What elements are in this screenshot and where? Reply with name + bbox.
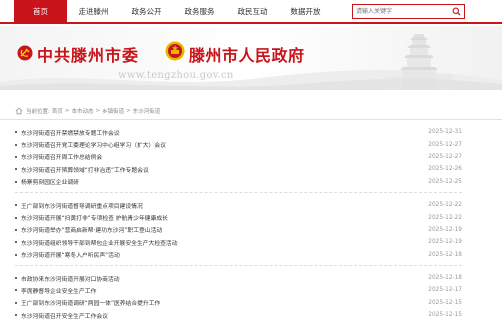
- list-item[interactable]: 东沙河街道召开殡葬领域“打非治违”工作专题会议 2025-12-26: [15, 163, 462, 175]
- news-date: 2025-12-31: [428, 129, 462, 136]
- list-item[interactable]: 东沙河街道开展“寒冬入户听民声”活动 2025-12-18: [15, 249, 462, 261]
- search-box: [352, 4, 465, 19]
- bullet-icon: [15, 277, 17, 280]
- list-item[interactable]: 市政协来东沙河街道开展对口协商活动 2025-12-18: [15, 272, 462, 284]
- breadcrumb-prefix: 当前位置:: [26, 109, 50, 115]
- news-date: 2025-12-18: [428, 251, 462, 258]
- news-title-link[interactable]: 王广部到东沙河街道调研“两园一体”医养结合提升工作: [21, 298, 160, 307]
- news-title-link[interactable]: 市政协来东沙河街道开展对口协商活动: [21, 274, 120, 283]
- nav-item-services[interactable]: 政务服务: [173, 0, 226, 22]
- news-date: 2025-12-15: [428, 299, 462, 306]
- news-date: 2025-12-15: [428, 312, 462, 319]
- bullet-icon: [15, 314, 17, 317]
- breadcrumb: 当前位置: 首页 > 本市动态 > 乡镇街道 > 东沙河街道: [15, 107, 160, 115]
- breadcrumb-separator: >: [95, 108, 101, 114]
- list-item[interactable]: 东沙河街道召开禁燃禁放专题工作会议 2025-12-31: [15, 126, 462, 138]
- news-title-link[interactable]: 王广部到东沙河街道督导调研重点项目建设情况: [21, 201, 143, 210]
- bullet-icon: [15, 241, 17, 244]
- news-list: 东沙河街道召开禁燃禁放专题工作会议 2025-12-31 东沙河街道召开党工委理…: [15, 126, 462, 330]
- nav-list: 首页 走进滕州 政务公开 政务服务 政民互动 数据开放: [14, 0, 332, 22]
- list-item[interactable]: 王广部到东沙河街道督导调研重点项目建设情况 2025-12-22: [15, 199, 462, 211]
- bullet-icon: [15, 131, 17, 134]
- party-emblem-icon: [17, 45, 33, 61]
- list-item[interactable]: 王广部到东沙河街道调研“两园一体”医养结合提升工作 2025-12-15: [15, 297, 462, 309]
- list-item[interactable]: 东沙河街道召开安全生产工作会议 2025-12-15: [15, 309, 462, 321]
- breadcrumb-divider: [0, 119, 502, 120]
- news-title-link[interactable]: 东沙河街道开展“寒冬入户听民声”活动: [21, 250, 120, 259]
- news-date: 2025-12-19: [428, 239, 462, 246]
- pagoda-image: [386, 34, 452, 90]
- news-title-link[interactable]: 东沙河街道召开安全生产工作会议: [21, 311, 108, 320]
- nav-item-open-data[interactable]: 数据开放: [279, 0, 332, 22]
- news-date: 2025-12-17: [428, 287, 462, 294]
- breadcrumb-item-street[interactable]: 东沙河街道: [133, 107, 161, 115]
- news-date: 2025-12-25: [428, 178, 462, 185]
- nav-item-about[interactable]: 走进滕州: [67, 0, 120, 22]
- news-title-link[interactable]: 李席静督导企业安全生产工作: [21, 286, 96, 295]
- home-icon: [15, 107, 23, 115]
- bullet-icon: [15, 228, 17, 231]
- news-group: 王广部到东沙河街道督导调研重点项目建设情况 2025-12-22 东沙河街道开展…: [15, 199, 462, 266]
- search-button[interactable]: [449, 5, 463, 18]
- breadcrumb-item-towns[interactable]: 乡镇街道: [102, 107, 124, 115]
- news-title-link[interactable]: 东沙河街道举办“营商启新帮·建功东沙河”职工登山活动: [21, 225, 162, 234]
- news-date: 2025-12-27: [428, 153, 462, 160]
- news-title-link[interactable]: 东沙河街道开展“扫黄打非”专项检查 护航青少年健康成长: [21, 213, 168, 222]
- list-item[interactable]: 杨寨剪刻园区企业调研 2025-12-25: [15, 176, 462, 188]
- nav-item-home[interactable]: 首页: [14, 0, 67, 22]
- news-group: 市政协来东沙河街道开展对口协商活动 2025-12-18 李席静督导企业安全生产…: [15, 272, 462, 326]
- list-item[interactable]: 东沙河街道组织领导干部到帮包企业开展安全生产大检查活动 2025-12-19: [15, 236, 462, 248]
- bullet-icon: [15, 216, 17, 219]
- news-group: 东沙河街道召开禁燃禁放专题工作会议 2025-12-31 东沙河街道召开党工委理…: [15, 126, 462, 193]
- breadcrumb-item-local-news[interactable]: 本市动态: [71, 107, 93, 115]
- breadcrumb-separator: >: [64, 108, 70, 114]
- bullet-icon: [15, 143, 17, 146]
- bullet-icon: [15, 253, 17, 256]
- nav-item-public-affairs[interactable]: 政务公开: [120, 0, 173, 22]
- state-emblem-icon: [165, 41, 185, 61]
- list-item[interactable]: 东沙河街道召开周工作总结例会 2025-12-27: [15, 151, 462, 163]
- news-date: 2025-12-27: [428, 141, 462, 148]
- news-date: 2025-12-22: [428, 214, 462, 221]
- site-url: www.tengzhou.gov.cn: [118, 70, 234, 81]
- news-date: 2025-12-19: [428, 226, 462, 233]
- list-item[interactable]: 东沙河街道开展“扫黄打非”专项检查 护航青少年健康成长 2025-12-22: [15, 211, 462, 223]
- bullet-icon: [15, 289, 17, 292]
- news-date: 2025-12-18: [428, 275, 462, 282]
- bullet-icon: [15, 204, 17, 207]
- party-committee-title: 中共滕州市委: [37, 46, 140, 65]
- news-date: 2025-12-26: [428, 166, 462, 173]
- nav-item-interaction[interactable]: 政民互动: [226, 0, 279, 22]
- news-title-link[interactable]: 东沙河街道召开党工委理论学习中心组学习（扩大）会议: [21, 140, 166, 149]
- news-title-link[interactable]: 东沙河街道组织领导干部到帮包企业开展安全生产大检查活动: [21, 238, 178, 247]
- news-title-link[interactable]: 杨寨剪刻园区企业调研: [21, 177, 79, 186]
- header-banner: 中共滕州市委 滕州市人民政府 www.tengzhou.gov.cn: [0, 26, 502, 90]
- list-item[interactable]: 李席静督导企业安全生产工作 2025-12-17: [15, 284, 462, 296]
- breadcrumb-item-home[interactable]: 首页: [52, 107, 63, 115]
- government-title: 滕州市人民政府: [189, 46, 305, 65]
- list-item[interactable]: 东沙河街道召开党工委理论学习中心组学习（扩大）会议 2025-12-27: [15, 138, 462, 150]
- top-nav: 首页 走进滕州 政务公开 政务服务 政民互动 数据开放: [0, 0, 502, 24]
- search-icon: [452, 7, 461, 16]
- news-title-link[interactable]: 东沙河街道召开殡葬领域“打非治违”工作专题会议: [21, 165, 149, 174]
- breadcrumb-separator: >: [126, 108, 131, 114]
- bullet-icon: [15, 301, 17, 304]
- bullet-icon: [15, 180, 17, 183]
- bullet-icon: [15, 168, 17, 171]
- news-title-link[interactable]: 东沙河街道召开禁燃禁放专题工作会议: [21, 128, 120, 137]
- search-input[interactable]: [353, 5, 449, 18]
- news-title-link[interactable]: 东沙河街道召开周工作总结例会: [21, 152, 102, 161]
- news-date: 2025-12-22: [428, 202, 462, 209]
- list-item[interactable]: 东沙河街道举办“营商启新帮·建功东沙河”职工登山活动 2025-12-19: [15, 224, 462, 236]
- bullet-icon: [15, 155, 17, 158]
